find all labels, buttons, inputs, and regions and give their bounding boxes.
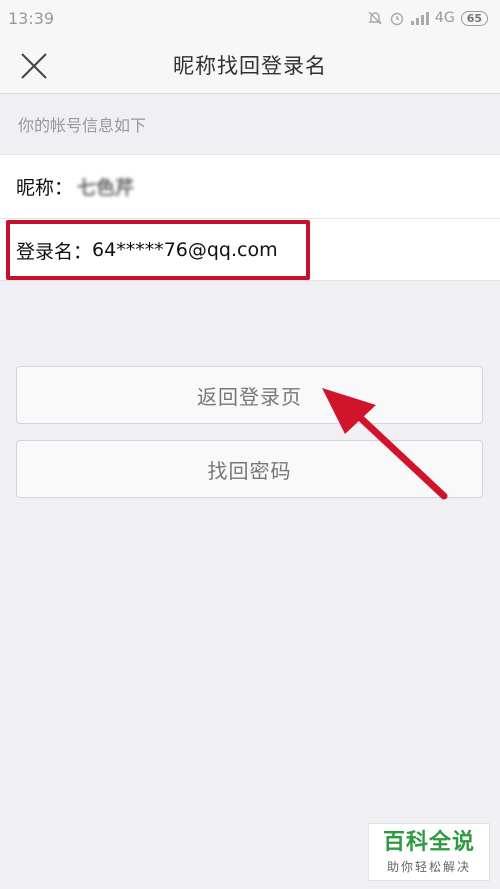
status-time: 13:39 <box>8 8 55 28</box>
watermark-title: 百科全说 <box>382 829 475 855</box>
close-button[interactable] <box>14 46 54 86</box>
back-to-login-button[interactable]: 返回登录页 <box>16 366 483 424</box>
nickname-row: 昵称： 七色芹 <box>0 155 500 218</box>
network-type: 4G <box>434 10 455 26</box>
alarm-icon <box>390 12 404 26</box>
battery-icon: 65 <box>460 10 488 26</box>
title-bar: 昵称找回登录名 <box>0 36 500 94</box>
section-label: 你的帐号信息如下 <box>18 116 147 135</box>
account-info-card: 昵称： 七色芹 登录名： 64*****76@qq.com <box>0 154 500 281</box>
nickname-value: 七色芹 <box>77 177 135 199</box>
login-name-value: 64*****76@qq.com <box>92 239 278 261</box>
mute-bell-icon <box>368 11 382 25</box>
status-icons: 4G 65 <box>367 10 488 26</box>
page-title: 昵称找回登录名 <box>173 53 327 78</box>
recover-password-button[interactable]: 找回密码 <box>16 440 483 498</box>
status-bar: 13:39 4G 65 <box>0 0 500 36</box>
login-name-row: 登录名： 64*****76@qq.com <box>0 218 500 281</box>
login-name-label: 登录名： <box>16 240 93 263</box>
close-icon <box>21 53 47 79</box>
watermark-logo: 百科全说 助你轻松解决 <box>368 823 490 881</box>
watermark-subtitle: 助你轻松解决 <box>386 859 471 874</box>
signal-icon <box>410 11 429 25</box>
nickname-label: 昵称： <box>16 177 74 199</box>
